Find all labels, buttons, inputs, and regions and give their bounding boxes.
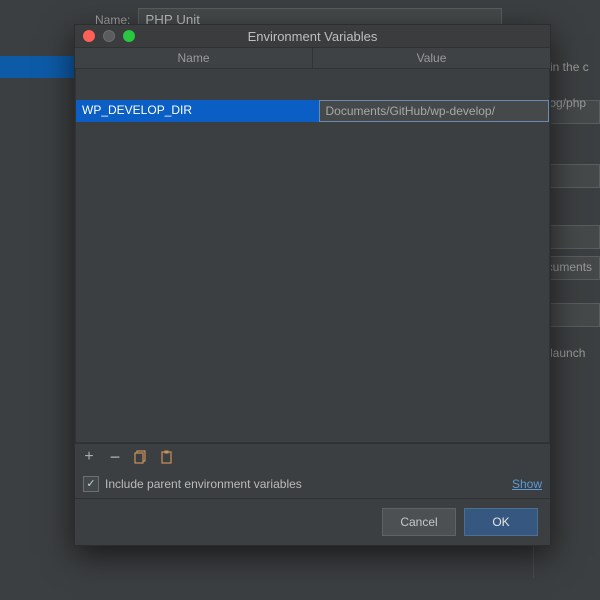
table-empty-row	[76, 69, 549, 100]
cancel-button[interactable]: Cancel	[382, 508, 456, 536]
parent-sidebar-selection	[0, 56, 80, 78]
table-row[interactable]: WP_DEVELOP_DIR	[76, 100, 549, 122]
paste-icon[interactable]	[159, 449, 175, 465]
show-link[interactable]: Show	[512, 477, 542, 491]
copy-icon[interactable]	[133, 449, 149, 465]
include-parent-checkbox[interactable]	[83, 476, 99, 492]
add-row-button[interactable]: +	[81, 449, 97, 465]
env-var-value-input[interactable]	[319, 100, 550, 122]
zoom-icon[interactable]	[123, 30, 135, 42]
close-icon[interactable]	[83, 30, 95, 42]
table-header: Name Value	[75, 48, 550, 69]
table-toolbar: + −	[75, 443, 550, 470]
include-parent-row: Include parent environment variables Sho…	[75, 470, 550, 498]
env-var-name-cell[interactable]: WP_DEVELOP_DIR	[76, 100, 319, 122]
dialog-title: Environment Variables	[75, 29, 550, 44]
dialog-footer: Cancel OK	[75, 498, 550, 545]
env-vars-table[interactable]: WP_DEVELOP_DIR	[75, 69, 550, 443]
column-header-name: Name	[75, 48, 313, 68]
dialog-titlebar[interactable]: Environment Variables	[75, 25, 550, 48]
ok-button[interactable]: OK	[464, 508, 538, 536]
window-controls	[83, 30, 135, 42]
env-vars-dialog: Environment Variables Name Value WP_DEVE…	[74, 24, 551, 546]
remove-row-button[interactable]: −	[107, 449, 123, 465]
column-header-value: Value	[313, 48, 550, 68]
include-parent-label: Include parent environment variables	[105, 477, 302, 491]
minimize-icon	[103, 30, 115, 42]
